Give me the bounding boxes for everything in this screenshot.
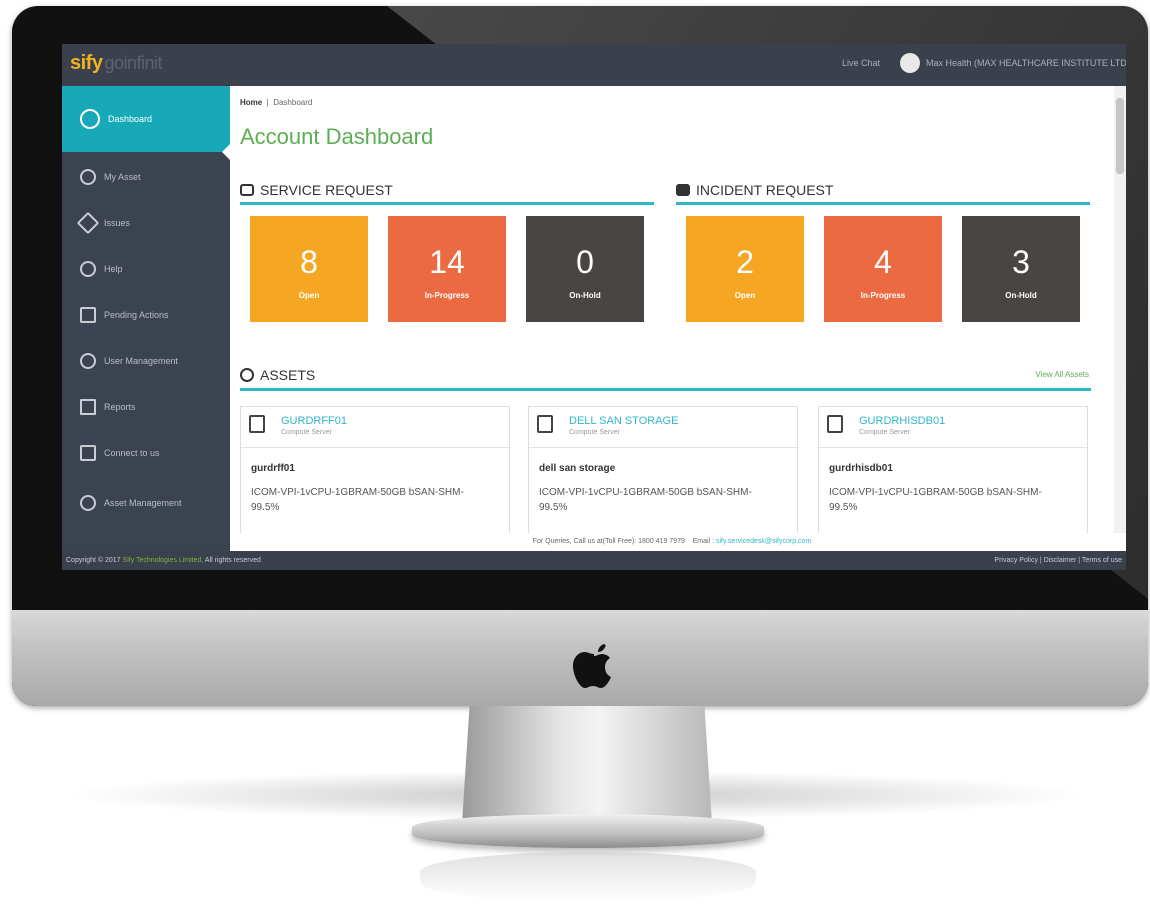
asset-icon <box>80 169 96 185</box>
asset-description: ICOM-VPI-1vCPU-1GBRAM-50GB bSAN-SHM-99.5… <box>251 487 464 513</box>
stand-reflection <box>420 852 756 902</box>
live-chat-link[interactable]: Live Chat <box>842 58 880 68</box>
page-title: Account Dashboard <box>240 124 434 149</box>
asset-title[interactable]: GURDRFF01 <box>281 415 347 427</box>
server-icon <box>249 415 265 433</box>
sidebar-item-help[interactable]: Help <box>62 246 230 292</box>
user-name: Max Health (MAX HEALTHCARE INSTITUTE LTD… <box>926 58 1126 68</box>
avatar <box>900 53 920 73</box>
app-logo[interactable]: sify goinfinit <box>70 52 163 75</box>
reports-icon <box>80 399 96 415</box>
server-icon <box>827 415 843 433</box>
footer-links[interactable]: Privacy Policy | Disclaimer | Terms of u… <box>994 551 1122 570</box>
service-open-tile[interactable]: 8 Open <box>250 216 368 322</box>
divider <box>529 447 797 448</box>
divider <box>819 447 1087 448</box>
incident-on-hold-tile[interactable]: 3 On-Hold <box>962 216 1080 322</box>
service-in-progress-tile[interactable]: 14 In-Progress <box>388 216 506 322</box>
active-indicator <box>222 144 230 160</box>
sidebar-item-dashboard[interactable]: Dashboard <box>62 86 230 152</box>
divider <box>241 447 509 448</box>
sidebar-item-issues[interactable]: Issues <box>62 200 230 246</box>
scrollbar-thumb[interactable] <box>1116 98 1124 174</box>
service-request-icon <box>240 184 254 196</box>
service-on-hold-tile[interactable]: 0 On-Hold <box>526 216 644 322</box>
assets-header: ASSETS View All Assets <box>240 362 1091 391</box>
user-management-icon <box>80 353 96 369</box>
asset-subtitle: Compute Server <box>569 429 620 436</box>
apple-logo-icon <box>573 644 611 688</box>
assets-icon <box>240 368 254 382</box>
dashboard-icon <box>80 109 100 129</box>
asset-name: gurdrhisdb01 <box>829 463 893 474</box>
chat-icon <box>80 445 96 461</box>
view-all-assets-link[interactable]: View All Assets <box>1035 370 1089 379</box>
sidebar-item-user-management[interactable]: User Management <box>62 338 230 384</box>
sidebar-item-connect[interactable]: Connect to us <box>62 430 230 476</box>
main-content: Home | Dashboard Account Dashboard SERVI… <box>230 86 1114 556</box>
copyright: Copyright © 2017 Sify Technologies Limit… <box>66 557 261 564</box>
monitor-stand <box>462 706 712 824</box>
pending-icon <box>80 307 96 323</box>
asset-name: gurdrff01 <box>251 463 295 474</box>
breadcrumb-home[interactable]: Home <box>240 98 262 107</box>
asset-description: ICOM-VPI-1vCPU-1GBRAM-50GB bSAN-SHM-99.5… <box>829 487 1042 513</box>
user-menu[interactable]: Max Health (MAX HEALTHCARE INSTITUTE LTD… <box>900 53 1126 73</box>
asset-description: ICOM-VPI-1vCPU-1GBRAM-50GB bSAN-SHM-99.5… <box>539 487 752 513</box>
asset-subtitle: Compute Server <box>281 429 332 436</box>
app-screen: sify goinfinit Live Chat Max Health (MAX … <box>62 44 1126 570</box>
asset-title[interactable]: GURDRHISDB01 <box>859 415 945 427</box>
sidebar-item-my-asset[interactable]: My Asset <box>62 154 230 200</box>
top-bar: sify goinfinit Live Chat Max Health (MAX … <box>62 44 1126 86</box>
asset-title[interactable]: DELL SAN STORAGE <box>569 415 678 427</box>
issues-icon <box>76 211 100 235</box>
asset-name: dell san storage <box>539 463 616 474</box>
asset-management-icon <box>80 495 96 511</box>
stand-base <box>412 814 764 848</box>
scrollbar[interactable] <box>1114 86 1126 533</box>
asset-subtitle: Compute Server <box>859 429 910 436</box>
incident-in-progress-tile[interactable]: 4 In-Progress <box>824 216 942 322</box>
sidebar: Dashboard My Asset Issues Help Pending A… <box>62 86 230 551</box>
contact-phone: For Queries, Call us at(Toll Free): 1800… <box>532 538 685 545</box>
contact-bar: For Queries, Call us at(Toll Free): 1800… <box>230 533 1114 551</box>
contact-email-link[interactable]: sify.servicedesk@sifycorp.com <box>716 538 811 545</box>
incident-request-header: INCIDENT REQUEST <box>676 178 1090 205</box>
incident-request-icon <box>676 184 690 196</box>
sidebar-item-asset-management[interactable]: Asset Management <box>62 480 230 526</box>
footer: Copyright © 2017 Sify Technologies Limit… <box>62 551 1126 570</box>
breadcrumb-current: Dashboard <box>273 98 313 107</box>
sidebar-item-reports[interactable]: Reports <box>62 384 230 430</box>
server-icon <box>537 415 553 433</box>
service-request-header: SERVICE REQUEST <box>240 178 654 205</box>
sidebar-item-pending-actions[interactable]: Pending Actions <box>62 292 230 338</box>
contact-email-label: Email : <box>692 538 715 545</box>
company-link[interactable]: Sify Technologies Limited, <box>123 557 204 564</box>
incident-open-tile[interactable]: 2 Open <box>686 216 804 322</box>
help-icon <box>80 261 96 277</box>
breadcrumb: Home | Dashboard <box>240 98 313 107</box>
